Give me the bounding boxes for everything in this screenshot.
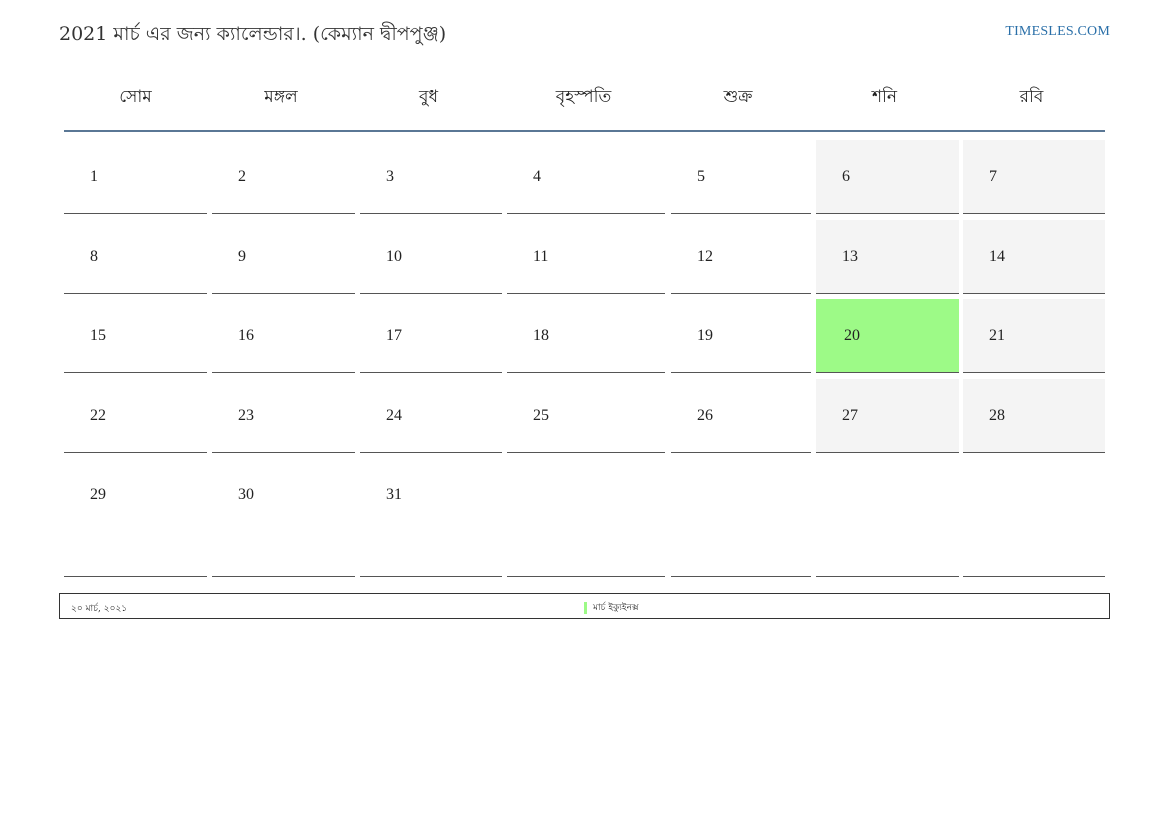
day-cell-empty [816, 458, 959, 577]
day-cell-3[interactable]: 3 [360, 140, 502, 214]
day-cell-20[interactable]: 20 [816, 299, 959, 373]
legend-label: মার্চ ইক্যুইনক্স [593, 603, 639, 613]
day-cell-1[interactable]: 1 [64, 140, 207, 214]
day-number: 14 [989, 248, 1005, 265]
day-number: 31 [386, 486, 402, 503]
day-cell-23[interactable]: 23 [212, 379, 355, 453]
weekday-thu: বৃহস্পতি [555, 87, 612, 107]
day-number: 9 [238, 248, 246, 265]
day-cell-24[interactable]: 24 [360, 379, 502, 453]
day-cell-18[interactable]: 18 [507, 299, 665, 373]
day-number: 22 [90, 407, 106, 424]
day-cell-25[interactable]: 25 [507, 379, 665, 453]
day-number: 13 [842, 248, 858, 265]
footer-legend: মার্চ ইক্যুইনক্স [584, 600, 639, 615]
day-number: 4 [533, 168, 541, 185]
day-cell-11[interactable]: 11 [507, 220, 665, 294]
legend-swatch [584, 601, 587, 614]
day-cell-6[interactable]: 6 [816, 140, 959, 214]
day-cell-30[interactable]: 30 [212, 458, 355, 577]
day-cell-28[interactable]: 28 [963, 379, 1105, 453]
day-number: 29 [90, 486, 106, 503]
day-cell-21[interactable]: 21 [963, 299, 1105, 373]
weekday-fri: শুক্র [723, 87, 753, 107]
site-link[interactable]: TIMESLES.COM [1005, 24, 1110, 40]
day-number: 20 [844, 327, 860, 344]
day-cell-16[interactable]: 16 [212, 299, 355, 373]
weekday-sun: রবি [1019, 87, 1044, 107]
day-number: 2 [238, 168, 246, 185]
weekday-mon: সোম [119, 87, 152, 107]
day-number: 21 [989, 327, 1005, 344]
weekday-sat: শনি [871, 87, 898, 107]
day-number: 25 [533, 407, 549, 424]
footer-date: ২০ মার্চ, ২০২১ [71, 604, 128, 614]
day-number: 1 [90, 168, 98, 185]
day-number: 5 [697, 168, 705, 185]
day-cell-13[interactable]: 13 [816, 220, 959, 294]
day-number: 6 [842, 168, 850, 185]
day-number: 26 [697, 407, 713, 424]
day-cell-26[interactable]: 26 [671, 379, 811, 453]
day-number: 23 [238, 407, 254, 424]
day-number: 28 [989, 407, 1005, 424]
day-number: 30 [238, 486, 254, 503]
day-number: 17 [386, 327, 402, 344]
day-cell-10[interactable]: 10 [360, 220, 502, 294]
footer-bar: ২০ মার্চ, ২০২১ মার্চ ইক্যুইনক্স [59, 593, 1110, 619]
day-number: 12 [697, 248, 713, 265]
day-cell-empty [671, 458, 811, 577]
weekday-tue: মঙ্গল [264, 87, 298, 107]
day-cell-15[interactable]: 15 [64, 299, 207, 373]
calendar-grid: সোম মঙ্গল বুধ বৃহস্পতি শুক্র শনি রবি 123… [64, 66, 1105, 577]
day-number: 3 [386, 168, 394, 185]
page-title: 2021 মার্চ এর জন্য ক্যালেন্ডার।. (কেম্যা… [59, 23, 447, 45]
day-number: 19 [697, 327, 713, 344]
day-cell-31[interactable]: 31 [360, 458, 502, 577]
day-cell-9[interactable]: 9 [212, 220, 355, 294]
day-cell-29[interactable]: 29 [64, 458, 207, 577]
day-cell-22[interactable]: 22 [64, 379, 207, 453]
day-cell-8[interactable]: 8 [64, 220, 207, 294]
day-cell-17[interactable]: 17 [360, 299, 502, 373]
day-cell-14[interactable]: 14 [963, 220, 1105, 294]
day-number: 16 [238, 327, 254, 344]
day-cell-27[interactable]: 27 [816, 379, 959, 453]
day-number: 27 [842, 407, 858, 424]
day-cell-empty [963, 458, 1105, 577]
day-cell-2[interactable]: 2 [212, 140, 355, 214]
day-number: 11 [533, 248, 549, 265]
day-cell-12[interactable]: 12 [671, 220, 811, 294]
day-cell-19[interactable]: 19 [671, 299, 811, 373]
day-number: 15 [90, 327, 106, 344]
day-number: 7 [989, 168, 997, 185]
day-cell-empty [507, 458, 665, 577]
day-cell-4[interactable]: 4 [507, 140, 665, 214]
day-cell-5[interactable]: 5 [671, 140, 811, 214]
weekday-header: সোম মঙ্গল বুধ বৃহস্পতি শুক্র শনি রবি [64, 66, 1105, 132]
day-number: 18 [533, 327, 549, 344]
day-number: 10 [386, 248, 402, 265]
day-number: 24 [386, 407, 402, 424]
day-number: 8 [90, 248, 98, 265]
weekday-wed: বুধ [419, 87, 438, 107]
day-cell-7[interactable]: 7 [963, 140, 1105, 214]
